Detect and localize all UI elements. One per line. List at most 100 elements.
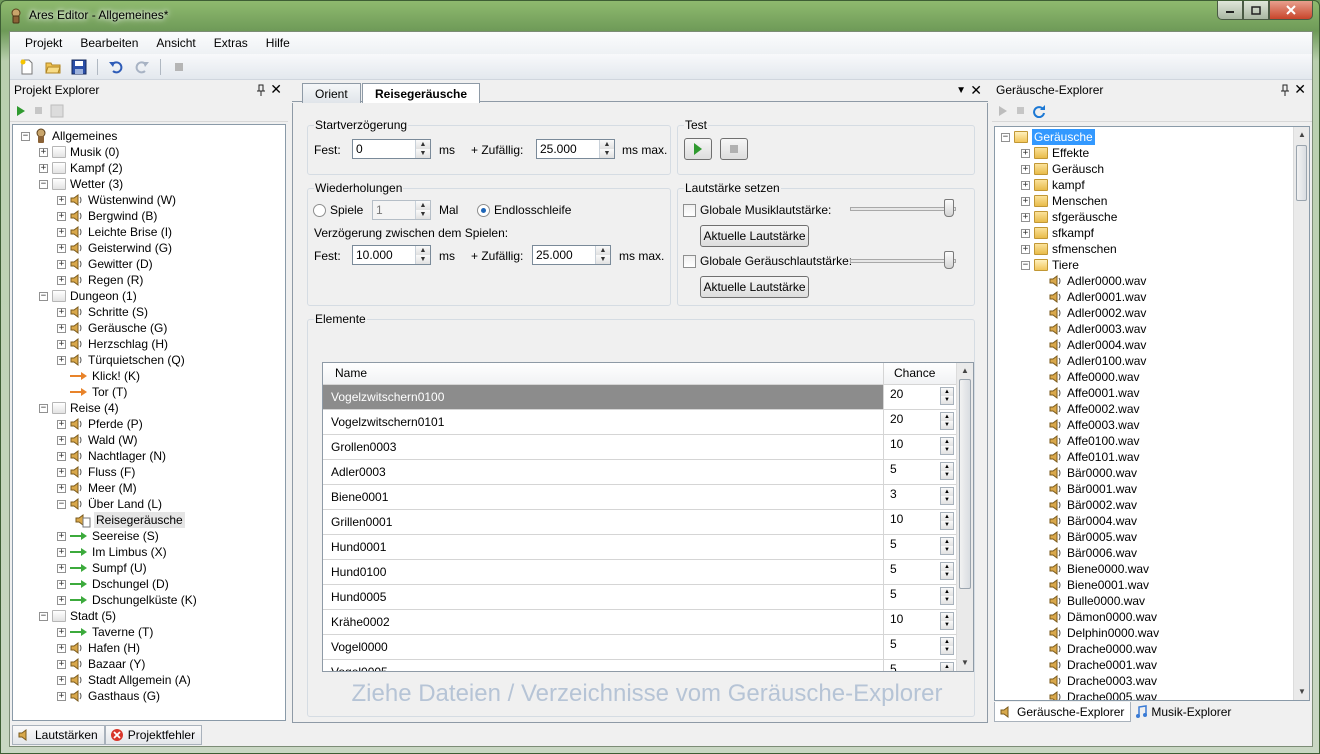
folder-node[interactable]: + sfkampf <box>1021 225 1094 241</box>
scroll-up-icon[interactable]: ▲ <box>957 363 973 379</box>
expand-icon[interactable]: + <box>57 323 66 333</box>
expand-icon[interactable]: + <box>57 451 66 461</box>
tree-node[interactable]: − Wetter (3) <box>39 176 123 192</box>
expand-icon[interactable]: − <box>39 611 48 621</box>
chance-spinner[interactable]: ▲▼ <box>940 487 954 505</box>
repeat-fest-spinner[interactable]: 10.000 ▲ ▼ <box>352 245 431 265</box>
file-node[interactable]: Drache0005.wav <box>1043 689 1157 700</box>
chance-spinner[interactable]: ▲▼ <box>940 387 954 405</box>
tree-node[interactable]: Klick! (K) <box>57 368 140 384</box>
sound-tree-scrollbar[interactable]: ▲ ▼ <box>1293 127 1309 700</box>
file-node[interactable]: Adler0002.wav <box>1043 305 1146 321</box>
scroll-thumb[interactable] <box>959 379 971 589</box>
tree-node[interactable]: + Im Limbus (X) <box>57 544 167 560</box>
scroll-down-icon[interactable]: ▼ <box>1294 684 1309 700</box>
collapse-icon[interactable]: − <box>1001 132 1010 142</box>
folder-node[interactable]: + Geräusch <box>1021 161 1104 177</box>
tree-node[interactable]: + Regen (R) <box>57 272 143 288</box>
tree-node[interactable]: + Meer (M) <box>57 480 137 496</box>
table-row[interactable]: Vogel00055▲▼ <box>323 660 956 671</box>
tree-node[interactable]: + Leichte Brise (I) <box>57 224 172 240</box>
tree-node[interactable]: + Nachtlager (N) <box>57 448 166 464</box>
stop-icon[interactable] <box>1014 106 1026 116</box>
tab-project-errors[interactable]: Projektfehler <box>104 725 203 745</box>
menu-hilfe[interactable]: Hilfe <box>257 34 299 52</box>
file-node[interactable]: Affe0000.wav <box>1043 369 1140 385</box>
undo-button[interactable] <box>105 57 127 77</box>
expand-icon[interactable]: + <box>1021 196 1030 206</box>
tree-node[interactable]: + Geisterwind (G) <box>57 240 172 256</box>
play-times-radio[interactable] <box>313 204 326 217</box>
expand-icon[interactable]: + <box>1021 164 1030 174</box>
sound-tree[interactable]: ▲ ▼ − Geräusche + Effekte + Geräusch + kampf + Me… <box>994 126 1310 701</box>
table-row[interactable]: Hund0005 5 ▲ ▼ <box>323 585 956 610</box>
column-chance-header[interactable]: Chance <box>883 363 956 384</box>
element-name-cell[interactable]: Hund0001 <box>323 535 883 559</box>
tree-node[interactable]: + Wald (W) <box>57 432 138 448</box>
start-fest-spinner[interactable]: 0 ▲ ▼ <box>352 139 431 159</box>
tree-node[interactable]: + Dschungelküste (K) <box>57 592 197 608</box>
file-node[interactable]: Bär0002.wav <box>1043 497 1137 513</box>
chance-spinner[interactable]: ▲▼ <box>940 437 954 455</box>
element-name-cell[interactable]: Vogel0000 <box>323 635 883 659</box>
folder-node[interactable]: − Geräusche <box>1001 129 1095 145</box>
tree-node[interactable]: + Türquietschen (Q) <box>57 352 185 368</box>
chance-cell[interactable]: 10 ▲ ▼ <box>883 610 956 634</box>
file-node[interactable]: Bär0005.wav <box>1043 529 1137 545</box>
save-button[interactable] <box>68 57 90 77</box>
collapse-icon[interactable]: − <box>1021 260 1030 270</box>
play-icon[interactable] <box>16 105 26 116</box>
maximize-button[interactable] <box>1243 1 1269 20</box>
play-count-spinner[interactable]: 1 ▲ ▼ <box>372 200 431 220</box>
expand-icon[interactable]: + <box>57 227 66 237</box>
global-music-volume-checkbox[interactable] <box>683 204 696 217</box>
tree-node[interactable]: + Fluss (F) <box>57 464 135 480</box>
expand-icon[interactable]: + <box>57 643 66 653</box>
test-play-button[interactable] <box>684 138 712 160</box>
expand-icon[interactable]: + <box>57 307 66 317</box>
expand-icon[interactable]: + <box>57 659 66 669</box>
tree-node[interactable]: + Taverne (T) <box>57 624 153 640</box>
expand-icon[interactable]: + <box>1021 148 1030 158</box>
file-node[interactable]: Affe0101.wav <box>1043 449 1140 465</box>
repeat-random-spinner[interactable]: 25.000 ▲ ▼ <box>532 245 611 265</box>
file-node[interactable]: Biene0000.wav <box>1043 561 1149 577</box>
new-button[interactable] <box>16 57 38 77</box>
element-name-cell[interactable]: Vogelzwitschern0100 <box>323 385 883 409</box>
file-node[interactable]: Biene0001.wav <box>1043 577 1149 593</box>
tree-node[interactable]: + Seereise (S) <box>57 528 159 544</box>
tab-reisegeraeusche[interactable]: Reisegeräusche <box>362 83 481 103</box>
menu-bearbeiten[interactable]: Bearbeiten <box>71 34 147 52</box>
table-row[interactable]: Hund0001 5 ▲ ▼ <box>323 535 956 560</box>
expand-icon[interactable]: + <box>57 531 66 541</box>
expand-icon[interactable]: + <box>57 595 66 605</box>
chance-spinner[interactable]: ▲▼ <box>940 412 954 430</box>
global-sound-volume-checkbox[interactable] <box>683 255 696 268</box>
tab-orient[interactable]: Orient <box>302 83 361 103</box>
expand-icon[interactable]: − <box>39 291 48 301</box>
tab-music-explorer[interactable]: Musik-Explorer <box>1131 702 1237 722</box>
folder-node[interactable]: + sfgeräusche <box>1021 209 1117 225</box>
menu-ansicht[interactable]: Ansicht <box>147 34 204 52</box>
file-node[interactable]: Bulle0000.wav <box>1043 593 1145 609</box>
tree-node[interactable]: + Dschungel (D) <box>57 576 169 592</box>
folder-node[interactable]: + sfmenschen <box>1021 241 1117 257</box>
table-row[interactable]: Grollen0003 10 ▲ ▼ <box>323 435 956 460</box>
table-row[interactable]: Grillen0001 10 ▲ ▼ <box>323 510 956 535</box>
file-node[interactable]: Affe0003.wav <box>1043 417 1140 433</box>
tree-node[interactable]: + Wüstenwind (W) <box>57 192 176 208</box>
element-name-cell[interactable]: Vogel0005 <box>323 660 883 671</box>
elements-grid[interactable]: Name Chance Vogelzwitschern0100 20 ▲ ▼ Vogel… <box>322 362 974 672</box>
file-node[interactable]: Delphin0000.wav <box>1043 625 1159 641</box>
element-name-cell[interactable]: Adler0003 <box>323 460 883 484</box>
redo-button[interactable] <box>131 57 153 77</box>
chance-spinner[interactable]: ▲▼ <box>940 637 954 655</box>
tab-dropdown-icon[interactable]: ▼ <box>956 85 966 96</box>
tree-node[interactable]: + Bazaar (Y) <box>57 656 145 672</box>
tab-volumes[interactable]: Lautstärken <box>12 725 105 745</box>
tree-node[interactable]: Reisegeräusche <box>75 512 185 528</box>
collapse-icon[interactable]: − <box>21 131 30 141</box>
stop-all-button[interactable] <box>168 57 190 77</box>
chance-cell[interactable]: 5▲▼ <box>883 535 956 559</box>
table-row[interactable]: Krähe0002 10 ▲ ▼ <box>323 610 956 635</box>
